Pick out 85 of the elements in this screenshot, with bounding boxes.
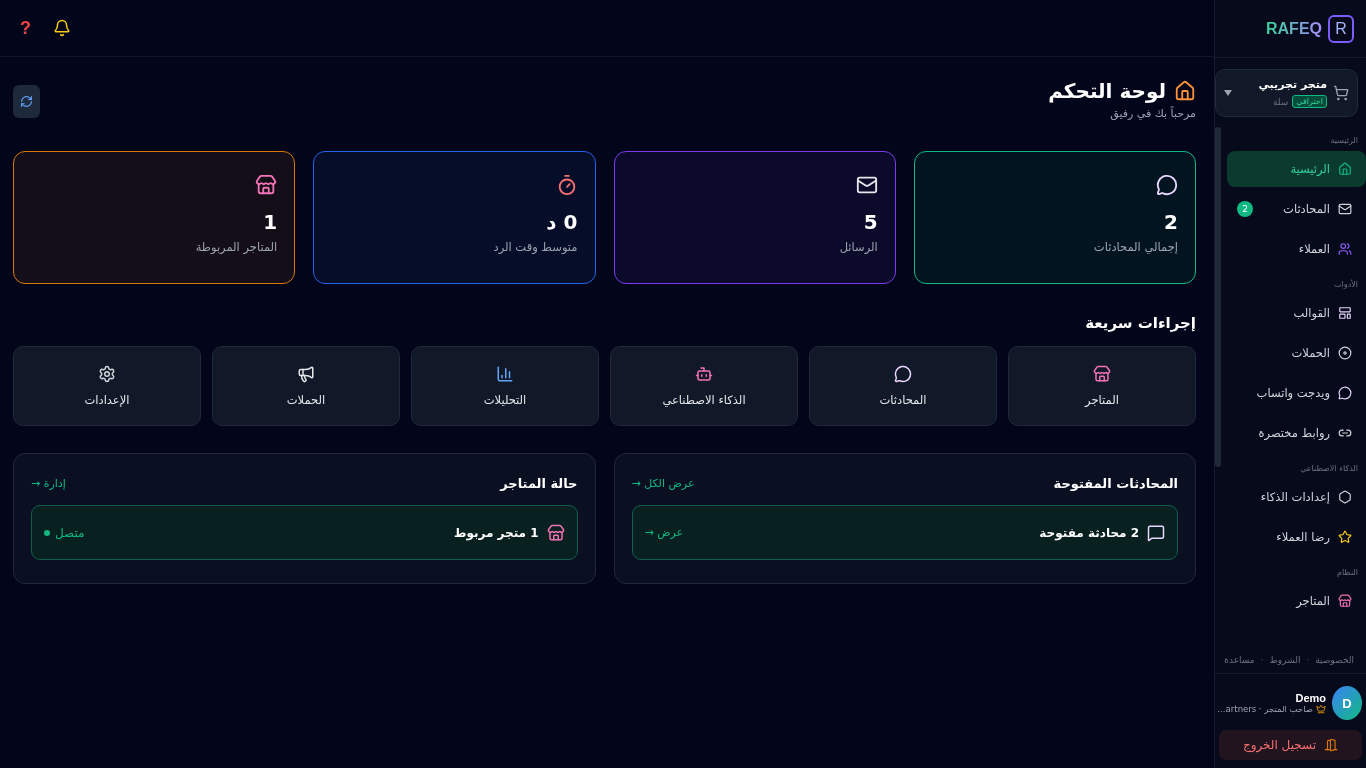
nav-item[interactable]: المتاجر bbox=[1227, 583, 1366, 619]
avatar: D bbox=[1332, 686, 1362, 720]
summary-text: 2 محادثة مفتوحة bbox=[1039, 525, 1139, 540]
bell-icon bbox=[53, 19, 71, 37]
section-label: الذكاء الاصطناعي bbox=[1299, 463, 1359, 475]
speech-bubble-icon bbox=[1147, 523, 1165, 542]
panel-title: حالة المتاجر bbox=[500, 476, 578, 491]
store-icon bbox=[255, 174, 278, 196]
speech-bubble-icon bbox=[1156, 174, 1178, 196]
hexagon-icon bbox=[1338, 490, 1352, 504]
stat-value: 2 bbox=[1164, 210, 1178, 234]
stat-label: إجمالي المحادثات bbox=[1093, 240, 1178, 254]
nav-item[interactable]: ويدجت واتساب bbox=[1227, 375, 1366, 411]
scrollbar[interactable] bbox=[1215, 127, 1221, 467]
panel-link[interactable]: عرض الكل → bbox=[631, 477, 695, 490]
page-title: لوحة التحكم bbox=[1048, 79, 1166, 103]
footer-link[interactable]: الشروط bbox=[1269, 655, 1301, 665]
stat-value: 1 bbox=[263, 210, 278, 234]
status-text: متصل bbox=[55, 525, 85, 540]
footer-link[interactable]: الخصوصية bbox=[1315, 655, 1354, 665]
section-label: الرئيسية bbox=[1329, 135, 1359, 147]
nav-item[interactable]: العملاء bbox=[1227, 231, 1366, 267]
platform-label: سلة bbox=[1272, 96, 1289, 107]
store-selector[interactable]: متجر تجريبي احترافي سلة bbox=[1215, 69, 1358, 117]
users-icon bbox=[1338, 242, 1352, 256]
separator-dot: · bbox=[1260, 655, 1264, 665]
cart-icon bbox=[1333, 85, 1349, 101]
mail-icon bbox=[1338, 202, 1352, 216]
refresh-button[interactable] bbox=[13, 85, 40, 118]
quick-action-button[interactable]: الذكاء الاصطناعي bbox=[610, 346, 798, 426]
logout-button[interactable]: تسجيل الخروج bbox=[1219, 730, 1362, 760]
user-name: Demo bbox=[1294, 692, 1326, 704]
stat-value: 0 د bbox=[546, 210, 578, 234]
page-subtitle: مرحباً بك في رفيق bbox=[1109, 107, 1196, 120]
count-badge: 2 bbox=[1237, 201, 1253, 217]
bar-chart-icon bbox=[496, 365, 514, 383]
quick-action-button[interactable]: التحليلات bbox=[411, 346, 599, 426]
nav-item[interactable]: الحملات bbox=[1227, 335, 1366, 371]
section-label: الأدوات bbox=[1333, 278, 1359, 291]
star-icon bbox=[1338, 530, 1352, 544]
nav-item[interactable]: رضا العملاء bbox=[1227, 519, 1366, 555]
plan-badge: احترافي bbox=[1292, 95, 1327, 108]
status-dot bbox=[44, 529, 50, 536]
speech-bubble-icon bbox=[894, 365, 912, 383]
stat-label: متوسط وقت الرد bbox=[493, 240, 578, 254]
nav-item[interactable]: إعدادات الذكاء bbox=[1227, 479, 1366, 515]
crown-icon bbox=[1316, 704, 1326, 714]
quick-action-button[interactable]: المتاجر bbox=[1008, 346, 1196, 426]
robot-icon bbox=[695, 365, 713, 383]
panel-link[interactable]: إدارة → bbox=[31, 477, 66, 490]
quick-action-button[interactable]: المحادثات bbox=[809, 346, 997, 426]
store-icon bbox=[1338, 594, 1352, 608]
link-icon bbox=[1338, 426, 1352, 440]
panel-title: المحادثات المفتوحة bbox=[1053, 476, 1178, 491]
stat-label: المتاجر المربوطة bbox=[195, 240, 278, 254]
store-icon bbox=[1093, 365, 1111, 383]
nav-item[interactable]: الرئيسية bbox=[1227, 151, 1366, 187]
section-title: إجراءات سريعة bbox=[1084, 314, 1196, 332]
speech-bubble-icon bbox=[1338, 386, 1352, 400]
envelope-icon bbox=[855, 174, 878, 196]
logo-text: RAFEQ bbox=[1266, 19, 1322, 38]
section-label: النظام bbox=[1335, 567, 1359, 579]
footer-link[interactable]: مساعدة bbox=[1224, 655, 1255, 665]
disc-icon bbox=[1338, 346, 1352, 360]
logo-mark: R bbox=[1328, 14, 1354, 43]
nav-item[interactable]: روابط مختصرة bbox=[1227, 415, 1366, 451]
help-icon[interactable]: ? bbox=[20, 17, 31, 39]
quick-action-button[interactable]: الإعدادات bbox=[13, 346, 201, 426]
store-icon bbox=[546, 523, 565, 542]
store-name: متجر تجريبي bbox=[1258, 78, 1327, 91]
nav-item[interactable]: القوالب bbox=[1227, 295, 1366, 331]
megaphone-icon bbox=[297, 365, 315, 383]
quick-action-button[interactable]: الحملات bbox=[212, 346, 400, 426]
refresh-icon bbox=[20, 95, 33, 108]
summary-text: 1 متجر مربوط bbox=[453, 525, 539, 540]
door-icon bbox=[1324, 738, 1339, 752]
settings-icon bbox=[98, 365, 116, 383]
house-icon bbox=[1174, 80, 1196, 102]
stat-value: 5 bbox=[863, 210, 878, 234]
user-role: صاحب المتجر · artners… bbox=[1217, 704, 1313, 714]
separator-dot: · bbox=[1306, 655, 1310, 665]
caret-icon bbox=[1224, 88, 1232, 98]
template-icon bbox=[1338, 306, 1352, 320]
stat-label: الرسائل bbox=[839, 240, 878, 254]
view-link[interactable]: عرض → bbox=[644, 526, 684, 539]
